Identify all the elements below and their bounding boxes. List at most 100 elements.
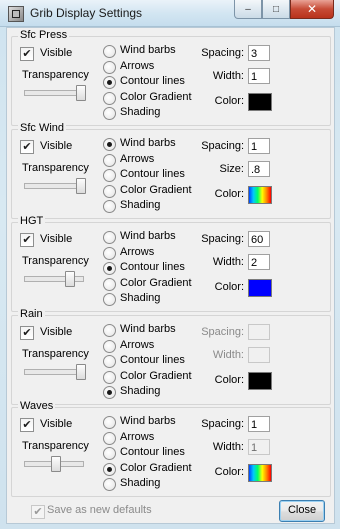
caption-buttons: – □ ✕ (234, 0, 334, 20)
maximize-button[interactable]: □ (262, 0, 290, 19)
radio-label-color-gradient: Color Gradient (120, 370, 192, 382)
radio-wind-barbs[interactable] (103, 416, 116, 429)
radio-color-gradient[interactable] (103, 185, 116, 198)
radio-shading[interactable] (103, 107, 116, 120)
radio-label-contour-lines: Contour lines (120, 168, 185, 180)
radio-shading[interactable] (103, 386, 116, 399)
field1-input[interactable]: 3 (248, 45, 270, 61)
radio-color-gradient[interactable] (103, 371, 116, 384)
transparency-slider-thumb[interactable] (51, 456, 61, 472)
group-title: Waves (18, 400, 56, 412)
radio-label-wind-barbs: Wind barbs (120, 415, 176, 427)
close-window-button[interactable]: ✕ (290, 0, 334, 19)
color-swatch[interactable] (248, 464, 272, 482)
transparency-slider-track[interactable] (24, 183, 84, 189)
transparency-label: Transparency (22, 255, 89, 267)
field2-input[interactable] (248, 347, 270, 363)
field2-input[interactable]: 1 (248, 68, 270, 84)
close-button[interactable]: Close (279, 500, 325, 522)
radio-label-wind-barbs: Wind barbs (120, 230, 176, 242)
radio-arrows[interactable] (103, 340, 116, 353)
field2-input[interactable]: 2 (248, 254, 270, 270)
field2-input[interactable]: 1 (248, 439, 270, 455)
transparency-slider-thumb[interactable] (76, 85, 86, 101)
title-bar[interactable]: Grib Display Settings – □ ✕ (0, 0, 340, 27)
radio-label-wind-barbs: Wind barbs (120, 137, 176, 149)
radio-label-contour-lines: Contour lines (120, 354, 185, 366)
visible-checkbox[interactable]: ✔ (20, 418, 34, 432)
field1-label: Spacing: (201, 140, 244, 152)
visible-checkbox[interactable]: ✔ (20, 140, 34, 154)
radio-contour-lines[interactable] (103, 447, 116, 460)
color-swatch[interactable] (248, 186, 272, 204)
radio-label-arrows: Arrows (120, 246, 155, 258)
radio-contour-lines[interactable] (103, 355, 116, 368)
color-label: Color: (214, 188, 244, 200)
minimize-icon: – (245, 3, 251, 15)
radio-contour-lines[interactable] (103, 76, 116, 89)
group-title: Sfc Wind (18, 122, 67, 134)
radio-label-shading: Shading (120, 199, 161, 211)
radio-contour-lines[interactable] (103, 169, 116, 182)
field1-input[interactable]: 60 (248, 231, 270, 247)
radio-label-contour-lines: Contour lines (120, 261, 185, 273)
transparency-slider-thumb[interactable] (76, 364, 86, 380)
visible-checkbox[interactable]: ✔ (20, 47, 34, 61)
radio-label-arrows: Arrows (120, 431, 155, 443)
radio-wind-barbs[interactable] (103, 231, 116, 244)
radio-wind-barbs[interactable] (103, 45, 116, 58)
field1-input[interactable]: 1 (248, 416, 270, 432)
radio-wind-barbs[interactable] (103, 138, 116, 151)
radio-contour-lines[interactable] (103, 262, 116, 275)
radio-arrows[interactable] (103, 154, 116, 167)
minimize-button[interactable]: – (234, 0, 262, 19)
visible-checkbox[interactable]: ✔ (20, 326, 34, 340)
radio-shading[interactable] (103, 200, 116, 213)
radio-label-wind-barbs: Wind barbs (120, 323, 176, 335)
transparency-slider-thumb[interactable] (76, 178, 86, 194)
radio-color-gradient[interactable] (103, 92, 116, 105)
color-label: Color: (214, 374, 244, 386)
visible-label: Visible (40, 418, 73, 430)
color-label: Color: (214, 95, 244, 107)
transparency-slider-track[interactable] (24, 90, 84, 96)
radio-shading[interactable] (103, 478, 116, 491)
radio-color-gradient[interactable] (103, 463, 116, 476)
group-title: Rain (18, 308, 45, 320)
save-defaults-checkbox[interactable]: ✔ (31, 505, 45, 519)
field1-label: Spacing: (201, 418, 244, 430)
transparency-slider-thumb[interactable] (65, 271, 75, 287)
color-swatch[interactable] (248, 279, 272, 297)
color-label: Color: (214, 281, 244, 293)
transparency-label: Transparency (22, 69, 89, 81)
save-defaults-label: Save as new defaults (47, 504, 152, 516)
field2-label: Width: (212, 441, 244, 453)
radio-label-color-gradient: Color Gradient (120, 184, 192, 196)
transparency-slider-track[interactable] (24, 276, 84, 282)
field2-label: Width: (212, 256, 244, 268)
radio-shading[interactable] (103, 293, 116, 306)
transparency-label: Transparency (22, 440, 89, 452)
visible-label: Visible (40, 140, 73, 152)
grib-display-settings-window: Grib Display Settings – □ ✕ Sfc Press ✔ Vi… (0, 0, 340, 529)
window-title: Grib Display Settings (30, 6, 143, 20)
field1-input[interactable]: 1 (248, 138, 270, 154)
field2-input[interactable]: .8 (248, 161, 270, 177)
radio-color-gradient[interactable] (103, 278, 116, 291)
field1-label: Spacing: (201, 326, 244, 338)
maximize-icon: □ (272, 3, 280, 15)
radio-arrows[interactable] (103, 432, 116, 445)
radio-arrows[interactable] (103, 61, 116, 74)
transparency-slider-track[interactable] (24, 369, 84, 375)
group-title: HGT (18, 215, 46, 227)
color-swatch[interactable] (248, 372, 272, 390)
radio-arrows[interactable] (103, 247, 116, 260)
radio-wind-barbs[interactable] (103, 324, 116, 337)
color-swatch[interactable] (248, 93, 272, 111)
visible-label: Visible (40, 233, 73, 245)
field2-label: Width: (212, 349, 244, 361)
visible-checkbox[interactable]: ✔ (20, 233, 34, 247)
field1-input[interactable] (248, 324, 270, 340)
transparency-label: Transparency (22, 162, 89, 174)
radio-label-arrows: Arrows (120, 60, 155, 72)
